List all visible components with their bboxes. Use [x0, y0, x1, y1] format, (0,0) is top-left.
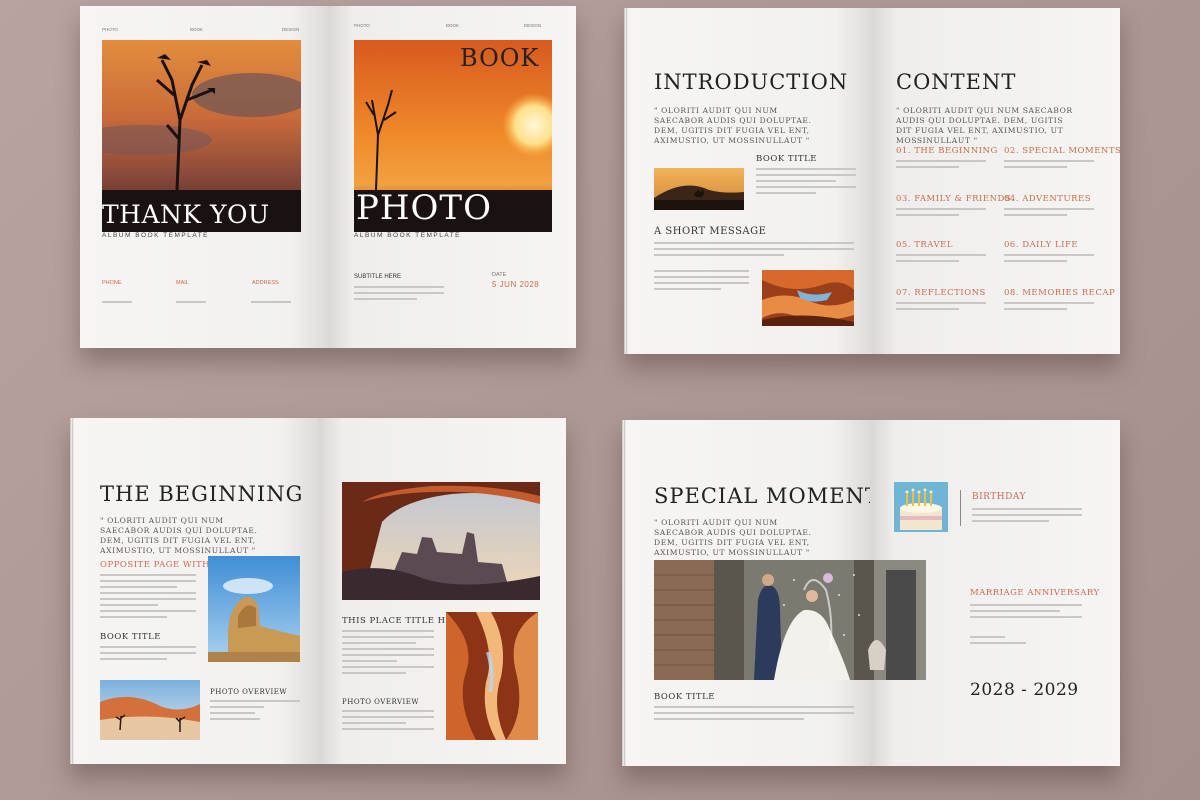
- subtitle-label: SUBTITLE HERE: [354, 274, 402, 280]
- special-book-text: [654, 706, 854, 724]
- album-label-left: ALBUM BOOK TEMPLATE: [102, 232, 210, 239]
- beginning-spread: THE BEGINNING " OLORITI AUDIT QUI NUM SA…: [70, 418, 566, 764]
- beginning-right-page: THIS PLACE TITLE HERE PHOTO OVERVIEW: [318, 418, 566, 764]
- date-value: 5 JUN 2028: [492, 280, 540, 289]
- label-book: BOOK: [190, 27, 204, 32]
- content-item-text-4: [1004, 208, 1094, 220]
- photo-overview-heading-2: PHOTO OVERVIEW: [342, 698, 420, 706]
- wedding-photo: [654, 560, 926, 680]
- phone-label: PHONE: [102, 280, 122, 286]
- label-photo: PHOTO: [102, 27, 118, 32]
- content-item-text-1: [896, 160, 986, 172]
- antelope-canyon-photo: [446, 612, 538, 740]
- mail-label: MAIL: [176, 280, 189, 286]
- special-quote: " OLORITI AUDIT QUI NUM SAECABOR AUDIS Q…: [654, 518, 812, 557]
- front-cover-page: PHOTO BOOK DESIGN PHOTO BOOK ALBUM BOOK …: [328, 6, 576, 348]
- label-design: DESIGN: [282, 27, 300, 32]
- beginning-quote: " OLORITI AUDIT QUI NUM SAECABOR AUDIS Q…: [100, 516, 258, 555]
- place-text: [342, 630, 434, 678]
- beginning-book-text: [100, 646, 196, 664]
- label-photo-r: PHOTO: [354, 23, 370, 28]
- introduction-page: INTRODUCTION " OLORITI AUDIT QUI NUM SAE…: [628, 8, 872, 354]
- special-moments-spread: SPECIAL MOMENTS " OLORITI AUDIT QUI NUM …: [622, 420, 1120, 766]
- intro-book-title: BOOK TITLE: [756, 154, 817, 164]
- tree-sunset-photo: THANK YOU: [102, 40, 301, 232]
- thank-you-heading: THANK YOU: [102, 200, 270, 229]
- content-item-6[interactable]: 06. DAILY LIFE: [1004, 240, 1078, 250]
- back-cover-page: PHOTO BOOK DESIGN THANK YOU ALBUM BOOK T…: [80, 6, 328, 348]
- sphinx-photo: [208, 556, 300, 662]
- content-page: CONTENT " OLORITI AUDIT QUI NUM SAECABOR…: [872, 8, 1120, 354]
- content-item-text-3: [896, 208, 986, 220]
- canyon-photo: [762, 270, 854, 326]
- anniversary-heading: MARRIAGE ANNIVERSARY: [970, 588, 1100, 598]
- special-book-title: BOOK TITLE: [654, 692, 715, 702]
- beginning-book-title: BOOK TITLE: [100, 632, 161, 642]
- content-item-text-8: [1004, 302, 1094, 314]
- introduction-title: INTRODUCTION: [654, 70, 849, 94]
- beginning-left-page: THE BEGINNING " OLORITI AUDIT QUI NUM SA…: [74, 418, 318, 764]
- opposite-text: [100, 574, 196, 622]
- short-message-heading: A SHORT MESSAGE: [654, 226, 767, 237]
- short-message-text-2: [654, 270, 749, 294]
- photo-overview-text-2: [342, 710, 434, 734]
- cover-spread: PHOTO BOOK DESIGN THANK YOU ALBUM BOOK T…: [80, 6, 576, 348]
- label-book-r: BOOK: [446, 23, 460, 28]
- contact-lines: [102, 294, 302, 312]
- special-title: SPECIAL MOMENTS: [654, 484, 870, 508]
- short-message-text: [654, 242, 854, 260]
- content-title: CONTENT: [896, 70, 1017, 94]
- desert-photo: [100, 680, 200, 740]
- content-item-4[interactable]: 04. ADVENTURES: [1004, 194, 1091, 204]
- label-design-r: DESIGN: [524, 23, 542, 28]
- content-item-7[interactable]: 07. REFLECTIONS: [896, 288, 986, 298]
- arch-canyon-photo: [342, 482, 540, 600]
- intro-book-text: [756, 168, 856, 198]
- anniversary-meta: [970, 636, 1040, 648]
- content-quote: " OLORITI AUDIT QUI NUM SAECABOR AUDIS Q…: [896, 106, 1073, 145]
- date-label: DATE: [492, 272, 507, 278]
- beginning-title: THE BEGINNING: [100, 482, 304, 506]
- content-item-text-7: [896, 302, 986, 314]
- content-item-5[interactable]: 05. TRAVEL: [896, 240, 953, 250]
- content-item-1[interactable]: 01. THE BEGINNING: [896, 146, 998, 156]
- content-item-2[interactable]: 02. SPECIAL MOMENTS: [1004, 146, 1120, 156]
- address-label: ADDRESS: [252, 280, 279, 286]
- subtitle-lines: [354, 286, 444, 304]
- album-label-right: ALBUM BOOK TEMPLATE: [354, 232, 462, 239]
- horse-rider-photo: [654, 168, 744, 210]
- birthday-heading: BIRTHDAY: [972, 492, 1026, 502]
- content-item-text-6: [1004, 254, 1094, 266]
- book-heading: BOOK: [460, 44, 540, 72]
- introduction-quote: " OLORITI AUDIT QUI NUM SAECABOR AUDIS Q…: [654, 106, 812, 145]
- photo-overview-text: [210, 700, 300, 724]
- intro-spread: INTRODUCTION " OLORITI AUDIT QUI NUM SAE…: [624, 8, 1120, 354]
- anniversary-text: [970, 604, 1082, 622]
- years-range: 2028 - 2029: [970, 680, 1079, 700]
- birthday-divider: [960, 490, 961, 526]
- birthday-cake-photo: [894, 482, 948, 532]
- content-item-text-5: [896, 254, 986, 266]
- photo-heading: PHOTO: [356, 188, 492, 228]
- content-item-text-2: [1004, 160, 1094, 172]
- birthday-text: [972, 508, 1082, 526]
- content-item-8[interactable]: 08. MEMORIES RECAP: [1004, 288, 1115, 298]
- content-item-3[interactable]: 03. FAMILY & FRIENDS: [896, 194, 1011, 204]
- photo-overview-heading: PHOTO OVERVIEW: [210, 688, 288, 696]
